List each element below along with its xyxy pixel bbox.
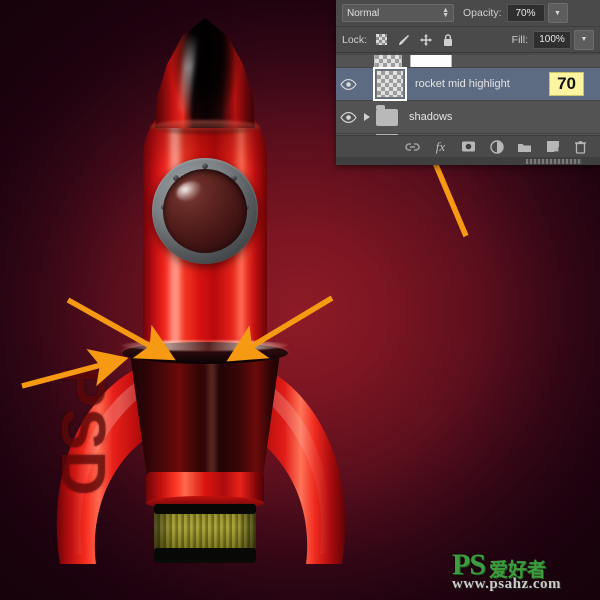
group-folder-icon	[376, 104, 398, 126]
layer-row-shadows[interactable]: shadows	[336, 101, 600, 134]
rocket-mid-band-rim-highlight	[122, 340, 288, 351]
new-group-icon[interactable]	[517, 139, 532, 154]
opacity-callout-badge: 70	[549, 72, 584, 96]
lock-row: Lock: Fill: 100% ▼	[336, 27, 600, 53]
new-layer-icon[interactable]	[545, 139, 560, 154]
opacity-dropdown-icon[interactable]: ▼	[547, 3, 568, 23]
layer-name: rocket mid highlight	[415, 78, 510, 90]
layer-mask-thumbnail[interactable]	[410, 55, 452, 67]
layer-thumbnail[interactable]	[374, 55, 402, 67]
move-lock-icon[interactable]	[418, 32, 433, 47]
rocket-psd-label: PSD	[48, 366, 117, 497]
layer-row-partial-top[interactable]	[336, 55, 600, 68]
opacity-label: Opacity:	[463, 7, 502, 19]
layers-list[interactable]: rocket mid highlight 70 shadows	[336, 55, 600, 143]
layer-name: shadows	[409, 111, 453, 123]
link-layers-icon[interactable]	[405, 139, 420, 154]
engine-nozzle-band-bottom	[154, 548, 256, 560]
screenshot-root: PSD Normal ▲ ▼ Opacity: 70% ▼ Lock: Fill…	[0, 0, 600, 600]
lock-label: Lock:	[342, 33, 368, 46]
blend-mode-select[interactable]: Normal ▲ ▼	[342, 4, 454, 22]
engine-nozzle-band-top	[154, 504, 256, 514]
eye-icon[interactable]	[336, 78, 360, 90]
layer-style-fx-icon[interactable]: fx	[433, 139, 448, 154]
layers-panel-toolbar[interactable]: fx	[336, 135, 600, 157]
rocket-mid-band-gloss	[205, 356, 219, 476]
opacity-value[interactable]: 70%	[506, 4, 545, 22]
layer-mask-icon[interactable]	[461, 139, 476, 154]
panel-resize-grip[interactable]	[526, 159, 582, 164]
fill-dropdown-icon[interactable]: ▼	[574, 29, 594, 50]
watermark-url: www.psahz.com	[452, 576, 562, 592]
blend-opacity-row: Normal ▲ ▼ Opacity: 70% ▼	[336, 0, 600, 27]
layers-panel[interactable]: Normal ▲ ▼ Opacity: 70% ▼ Lock: Fill: 100…	[336, 0, 600, 165]
layer-row-rocket-mid-highlight[interactable]: rocket mid highlight 70	[336, 67, 600, 101]
engine-nozzle-shading	[154, 512, 256, 550]
rocket-nose-seam	[150, 120, 260, 134]
chevron-updown-icon[interactable]: ▲ ▼	[442, 7, 449, 19]
brush-lock-icon[interactable]	[396, 32, 411, 47]
fill-value[interactable]: 100%	[533, 30, 571, 49]
rocket-nose-dark-tip	[155, 18, 255, 128]
adjustment-layer-icon[interactable]	[489, 139, 504, 154]
lock-all-icon[interactable]	[440, 32, 455, 47]
fill-label: Fill:	[511, 33, 528, 46]
layer-thumbnail[interactable]	[373, 67, 407, 101]
eye-icon[interactable]	[336, 111, 360, 123]
blend-mode-value: Normal	[347, 7, 380, 19]
delete-layer-icon[interactable]	[573, 139, 588, 154]
transparency-lock-icon[interactable]	[374, 32, 389, 47]
chevron-right-icon[interactable]	[360, 112, 374, 122]
watermark: PS 爱好者 www.psahz.com	[452, 548, 592, 596]
porthole-glass	[163, 169, 247, 253]
